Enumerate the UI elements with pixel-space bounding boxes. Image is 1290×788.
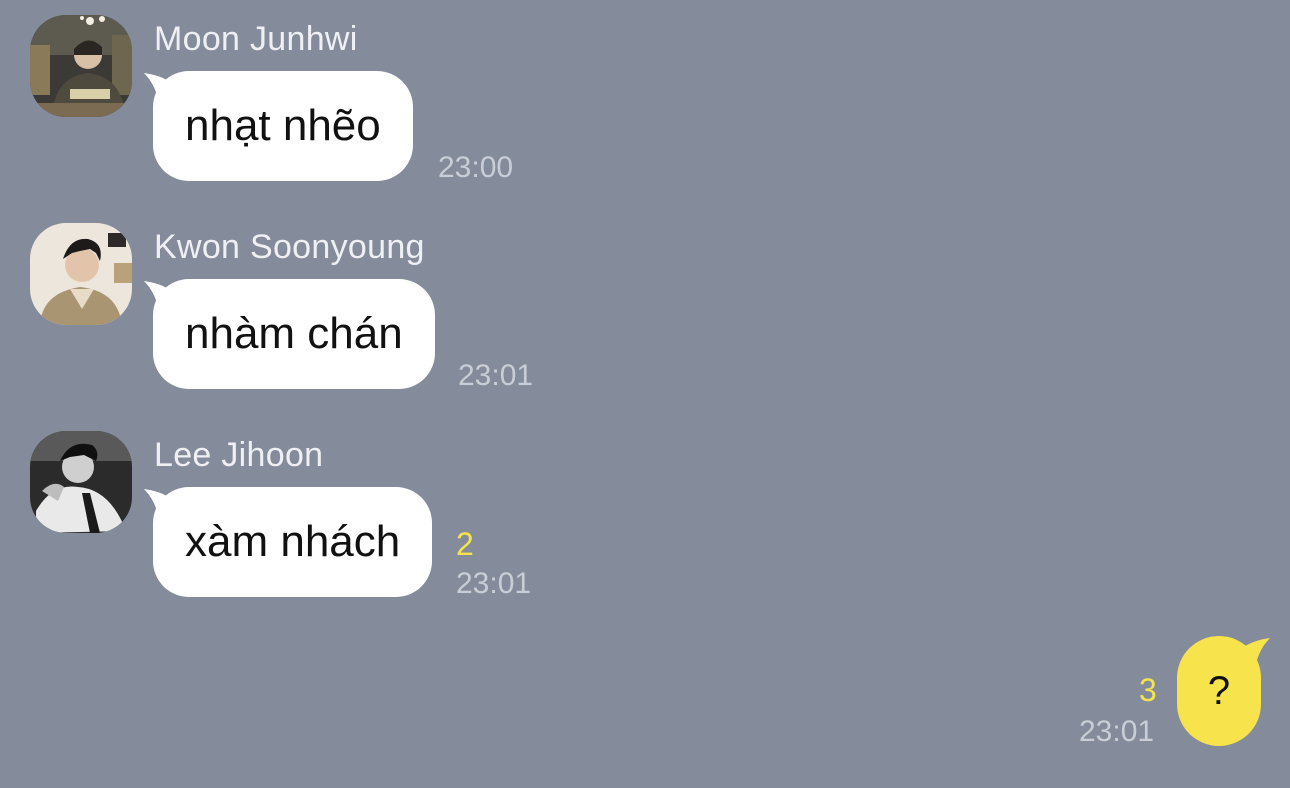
message-bubble[interactable]: nhạt nhẽo — [153, 71, 413, 181]
message-time: 23:01 — [456, 567, 532, 600]
sender-name: Lee Jihoon — [154, 436, 324, 474]
unread-count: 3 — [1139, 672, 1157, 708]
unread-count: 2 — [456, 526, 474, 562]
sender-name: Kwon Soonyoung — [154, 228, 425, 266]
sender-name: Moon Junhwi — [154, 20, 358, 58]
avatar[interactable] — [30, 431, 132, 533]
message-bubble[interactable]: nhàm chán — [153, 279, 435, 389]
avatar[interactable] — [30, 15, 132, 117]
message-bubble[interactable]: xàm nhách — [153, 487, 433, 597]
avatar[interactable] — [30, 223, 132, 325]
avatar-photo — [30, 431, 132, 533]
avatar-photo — [30, 15, 132, 117]
message-time: 23:00 — [438, 151, 514, 184]
message-time: 23:01 — [458, 359, 534, 392]
avatar-photo — [30, 223, 132, 325]
message-time: 23:01 — [1079, 715, 1155, 748]
bubble-tail — [1242, 638, 1270, 676]
